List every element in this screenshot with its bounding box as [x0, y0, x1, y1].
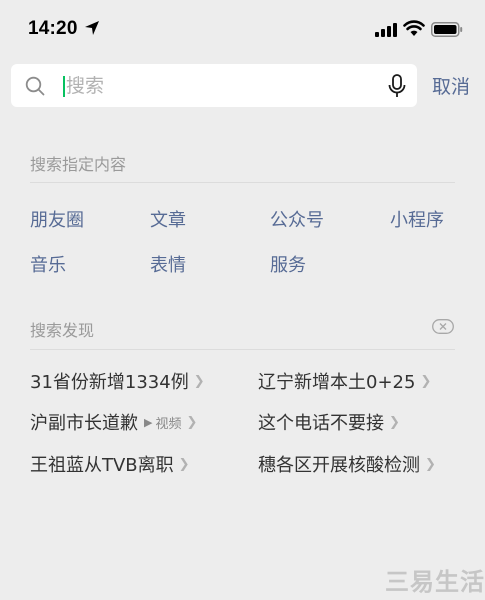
search-input[interactable]	[66, 64, 366, 107]
play-icon: ▶	[144, 415, 153, 429]
divider	[30, 349, 455, 350]
discover-item[interactable]: 31省份新增1334例 ❯	[30, 368, 205, 394]
discover-item[interactable]: 这个电话不要接 ❯	[258, 409, 400, 435]
chevron-right-icon: ❯	[425, 456, 436, 472]
search-icon	[25, 76, 45, 96]
category-official-accounts[interactable]: 公众号	[270, 206, 324, 232]
category-music[interactable]: 音乐	[30, 251, 66, 277]
video-tag: ▶ 视频	[144, 413, 181, 432]
category-services[interactable]: 服务	[270, 251, 306, 277]
search-box[interactable]	[11, 64, 417, 107]
specified-content-title: 搜索指定内容	[30, 155, 127, 174]
chevron-right-icon: ❯	[178, 456, 190, 472]
chevron-right-icon: ❯	[389, 414, 400, 430]
chevron-right-icon: ❯	[193, 373, 205, 389]
microphone-icon[interactable]	[388, 74, 406, 98]
discover-item[interactable]: 辽宁新增本土0+25 ❯	[258, 368, 431, 394]
discover-item-text: 31省份新增1334例	[30, 372, 189, 393]
chevron-right-icon: ❯	[186, 414, 198, 430]
cancel-button[interactable]: 取消	[432, 72, 470, 99]
watermark-logo: 三易生活	[385, 568, 485, 596]
discover-item-text: 辽宁新增本土0+25	[258, 372, 416, 393]
wifi-icon	[403, 20, 425, 36]
discover-item[interactable]: 王祖蓝从TVB离职 ❯	[30, 451, 190, 477]
discover-title: 搜索发现	[30, 321, 95, 340]
category-articles[interactable]: 文章	[150, 206, 186, 232]
cellular-signal-icon	[375, 23, 397, 37]
battery-icon	[431, 22, 463, 37]
chevron-right-icon: ❯	[420, 373, 432, 389]
divider	[30, 182, 455, 183]
discover-item-text: 王祖蓝从TVB离职	[30, 455, 174, 476]
location-arrow-icon	[85, 21, 99, 35]
clear-icon[interactable]	[432, 319, 454, 334]
discover-item[interactable]: 穗各区开展核酸检测 ❯	[258, 451, 436, 477]
discover-item[interactable]: 沪副市长道歉 ▶ 视频 ❯	[30, 409, 197, 435]
category-mini-programs[interactable]: 小程序	[390, 206, 444, 232]
category-moments[interactable]: 朋友圈	[30, 206, 84, 232]
status-bar: 14:20	[0, 0, 485, 58]
text-caret	[63, 76, 65, 97]
discover-item-text: 穗各区开展核酸检测	[258, 455, 420, 476]
discover-item-text: 沪副市长道歉	[30, 413, 138, 434]
discover-item-text: 这个电话不要接	[258, 413, 384, 434]
video-tag-label: 视频	[155, 416, 182, 432]
category-stickers[interactable]: 表情	[150, 251, 186, 277]
status-time: 14:20	[28, 18, 78, 39]
